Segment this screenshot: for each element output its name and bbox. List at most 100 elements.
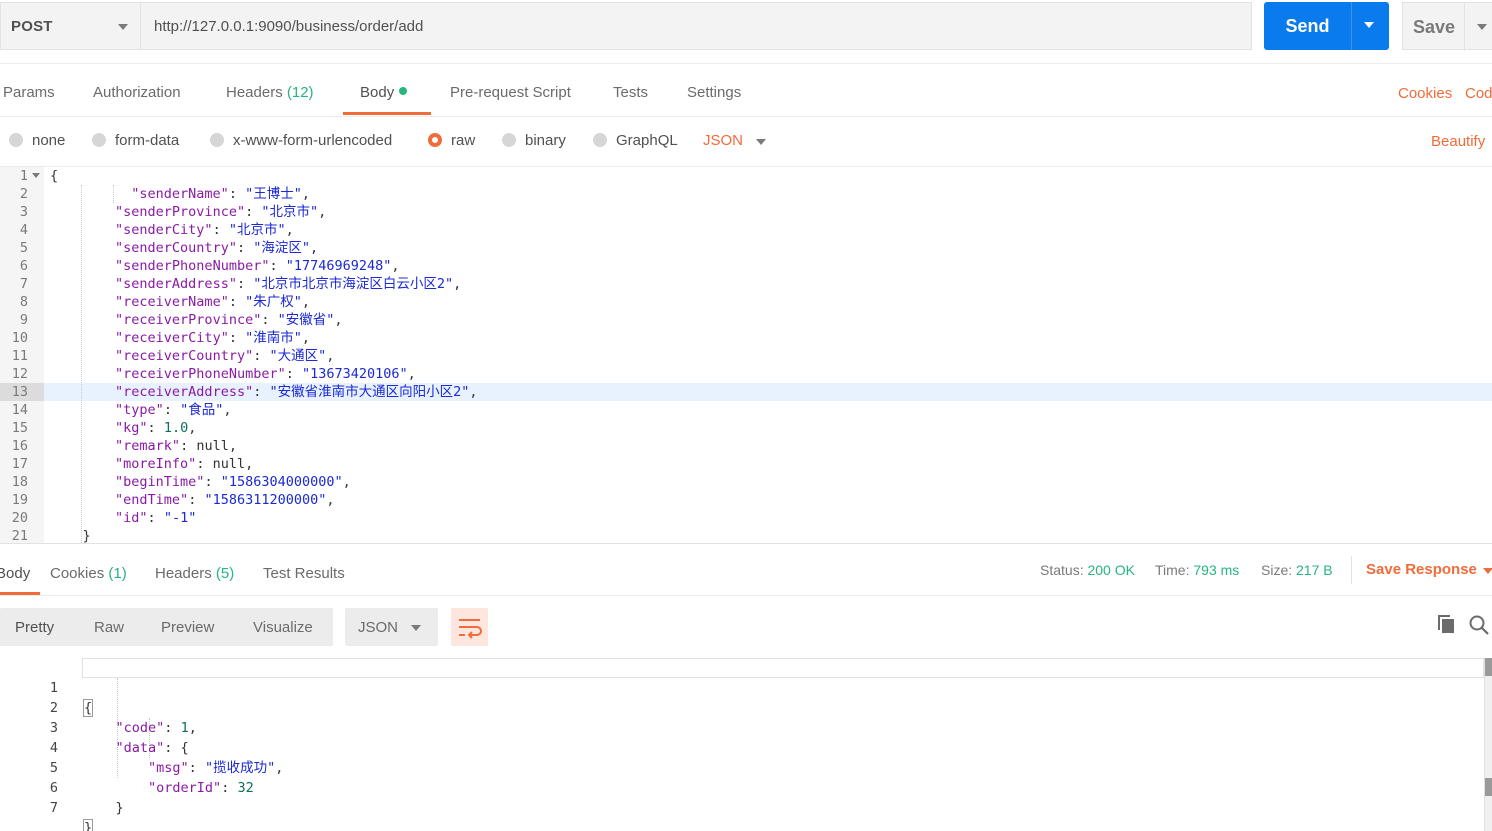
- code-text: "type": "食品",: [115, 402, 232, 418]
- json-key: "senderCity": [115, 222, 213, 238]
- tab-pre-request-script[interactable]: Pre-request Script: [450, 84, 571, 101]
- search-icon: [1469, 615, 1489, 635]
- url-input[interactable]: http://127.0.0.1:9090/business/order/add: [140, 2, 1252, 50]
- code-text: "beginTime": "1586304000000",: [115, 474, 351, 490]
- radio-circle: [593, 133, 607, 147]
- radio-circle: [502, 133, 516, 147]
- json-key: "type": [115, 402, 164, 418]
- beautify-link[interactable]: Beautify: [1431, 133, 1485, 150]
- response-tab-body[interactable]: Body: [0, 565, 30, 582]
- response-tab-headers[interactable]: Headers (5): [155, 565, 234, 582]
- tab-params[interactable]: Params: [3, 84, 55, 101]
- save-button[interactable]: Save: [1402, 2, 1492, 51]
- fold-arrow-icon[interactable]: [32, 173, 40, 178]
- line-number: 1: [19, 168, 28, 184]
- request-body-editor[interactable]: 1{2 "senderName": "王博士", 3 "senderProvinc…: [0, 167, 1492, 543]
- json-value: "1586311200000": [204, 492, 327, 508]
- scrollbar-thumb[interactable]: [1485, 778, 1492, 796]
- json-value: "1586304000000": [220, 474, 343, 490]
- url-text: http://127.0.0.1:9090/business/order/add: [154, 18, 424, 35]
- code-line: 18 "beginTime": "1586304000000",: [0, 473, 1492, 491]
- code-line: 1 {: [49, 680, 94, 717]
- line-number: 17: [11, 456, 28, 472]
- headers-count: (5): [215, 565, 235, 582]
- code-text: "receiverProvince": "安徽省",: [115, 312, 343, 328]
- line-number: 5: [19, 240, 28, 256]
- view-pretty-button[interactable]: Pretty: [15, 619, 54, 636]
- view-raw-button[interactable]: Raw: [94, 619, 124, 636]
- code-text: "kg": 1.0,: [115, 420, 197, 436]
- method-label: POST: [11, 18, 53, 35]
- send-options-caret-icon[interactable]: [1364, 22, 1374, 28]
- json-value: "食品": [180, 402, 224, 418]
- json-value: "王博士": [245, 186, 302, 202]
- code-link[interactable]: Cod: [1465, 85, 1492, 102]
- radio-circle: [92, 133, 106, 147]
- response-body-viewer[interactable]: 1 { 2 "code": 1, 3 "data": { 4 "msg": "揽…: [0, 658, 1492, 831]
- code-line: 4 "msg": "揽收成功",: [49, 740, 284, 776]
- tab-settings[interactable]: Settings: [687, 84, 741, 101]
- scrollbar-thumb[interactable]: [1485, 658, 1492, 676]
- code-text: }: [50, 527, 91, 543]
- response-format-select[interactable]: JSON: [345, 608, 438, 646]
- line-number: 19: [11, 492, 28, 508]
- code-text: "endTime": "1586311200000",: [115, 492, 335, 508]
- view-preview-button[interactable]: Preview: [161, 619, 214, 636]
- copy-button[interactable]: [1436, 614, 1458, 636]
- response-format-label: JSON: [358, 619, 399, 636]
- body-format-select[interactable]: JSON: [703, 132, 743, 149]
- line-number: 6: [19, 258, 28, 274]
- send-button[interactable]: Send: [1264, 2, 1389, 50]
- scrollbar[interactable]: [1484, 658, 1492, 831]
- json-value: "北京市": [261, 204, 319, 220]
- line-number: 10: [11, 330, 28, 346]
- headers-count: (12): [286, 84, 314, 101]
- code-line: 15 "kg": 1.0,: [0, 419, 1492, 437]
- divider: [1351, 556, 1352, 584]
- code-line: 8 "receiverName": "朱广权",: [0, 293, 1492, 311]
- json-value: null: [196, 438, 229, 454]
- tab-authorization[interactable]: Authorization: [93, 84, 181, 101]
- json-key: "kg": [115, 420, 148, 436]
- wrap-lines-icon: [459, 619, 482, 639]
- cookies-link[interactable]: Cookies: [1398, 85, 1452, 102]
- response-view-group: Pretty Raw Preview Visualize: [0, 608, 333, 646]
- view-visualize-button[interactable]: Visualize: [253, 619, 313, 636]
- save-options-caret-icon[interactable]: [1477, 24, 1487, 30]
- code-line: 12 "receiverPhoneNumber": "13673420106",: [0, 365, 1492, 383]
- json-key: "id": [115, 510, 148, 526]
- tab-headers[interactable]: Headers (12): [226, 84, 314, 101]
- json-value: "13673420106": [301, 366, 408, 382]
- json-key: "senderCountry": [115, 240, 237, 256]
- response-tab-cookies[interactable]: Cookies (1): [50, 565, 127, 582]
- send-divider: [1351, 2, 1352, 50]
- save-response-button[interactable]: Save Response: [1366, 561, 1477, 578]
- body-type-options: none form-data x-www-form-urlencoded raw…: [0, 117, 1492, 167]
- size-value: 217 B: [1296, 562, 1333, 578]
- caret-down-icon[interactable]: [756, 139, 766, 145]
- json-value: 1.0: [163, 420, 189, 436]
- request-tabs: Params Authorization Headers (12) Body P…: [0, 65, 1492, 117]
- wrap-lines-button[interactable]: [451, 608, 488, 646]
- code-line: 5 "senderCountry": "海淀区",: [0, 239, 1492, 257]
- code-text: "receiverCity": "淮南市",: [115, 330, 310, 346]
- radio-circle: [210, 133, 224, 147]
- line-number: 13: [11, 384, 28, 400]
- json-value: "朱广权": [245, 294, 302, 310]
- line-number: 12: [11, 366, 28, 382]
- code-text: "receiverCountry": "大通区",: [115, 348, 335, 364]
- radio-circle-selected: [428, 133, 442, 147]
- caret-down-icon: [118, 24, 128, 30]
- code-line: 6 }: [49, 780, 124, 816]
- method-select[interactable]: POST: [0, 2, 140, 50]
- tab-tests[interactable]: Tests: [613, 84, 648, 101]
- json-key: "remark": [115, 438, 181, 454]
- json-key: "senderPhoneNumber": [115, 258, 270, 274]
- json-value: "安徽省": [277, 312, 335, 328]
- caret-down-icon[interactable]: [1483, 568, 1492, 574]
- tab-body[interactable]: Body: [360, 84, 408, 101]
- search-button[interactable]: [1468, 614, 1490, 636]
- code-line: 14 "type": "食品",: [0, 401, 1492, 419]
- response-tab-test-results[interactable]: Test Results: [263, 565, 345, 582]
- json-key: "senderProvince": [115, 204, 246, 220]
